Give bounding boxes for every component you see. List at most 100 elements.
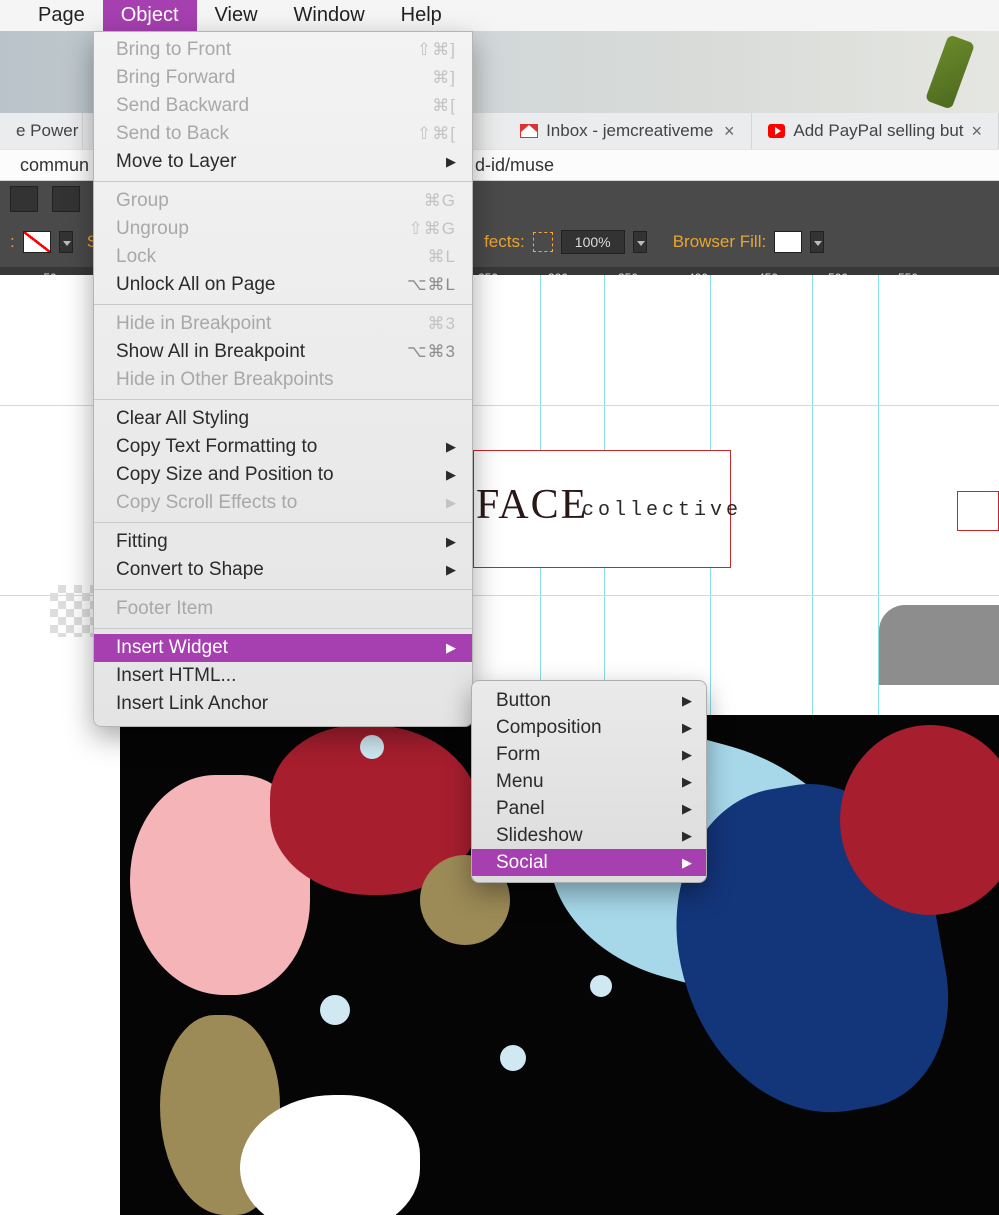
youtube-icon [768, 124, 786, 138]
object-menu-dropdown: Bring to Front ⇧⌘] Bring Forward⌘] Send B… [93, 31, 473, 727]
menu-label: Social [496, 852, 548, 874]
grey-panel [879, 605, 999, 685]
submenu-item-composition[interactable]: Composition ▶ [472, 714, 706, 741]
dropdown-icon[interactable] [633, 231, 647, 253]
menu-page[interactable]: Page [20, 0, 103, 31]
menu-item-bring-forward[interactable]: Bring Forward⌘] [94, 64, 472, 92]
menu-item-send-backward[interactable]: Send Backward⌘[ [94, 92, 472, 120]
chevron-right-icon: ▶ [446, 562, 456, 578]
menu-label: Unlock All on Page [116, 274, 276, 296]
browser-tab-0[interactable]: e Power Pat [0, 113, 83, 149]
fill-swatch[interactable] [23, 231, 51, 253]
menu-label: Insert Link Anchor [116, 693, 268, 715]
menu-item-group[interactable]: Group ⌘G [94, 187, 472, 215]
logo-frame-right[interactable] [957, 491, 999, 531]
menu-label: Panel [496, 798, 545, 820]
logo-face-text: FACE [476, 481, 588, 529]
tab-label: Add PayPal selling but [793, 121, 963, 141]
close-icon[interactable]: × [972, 121, 983, 142]
chevron-right-icon: ▶ [446, 467, 456, 483]
dropdown-icon[interactable] [810, 231, 824, 253]
menu-item-move-to-layer[interactable]: Move to Layer ▶ [94, 148, 472, 176]
menu-item-bring-to-front[interactable]: Bring to Front ⇧⌘] [94, 36, 472, 64]
menu-help[interactable]: Help [383, 0, 460, 31]
menu-label: Menu [496, 771, 544, 793]
menu-label: Copy Text Formatting to [116, 436, 317, 458]
tab-label: Inbox - jemcreativeme [546, 121, 713, 141]
chevron-right-icon: ▶ [682, 720, 692, 736]
menu-item-convert-to-shape[interactable]: Convert to Shape ▶ [94, 556, 472, 584]
shortcut: ⌥⌘3 [407, 342, 456, 362]
menu-label: Hide in Other Breakpoints [116, 369, 334, 391]
tool-button[interactable] [52, 186, 80, 212]
menu-item-hide-breakpoint[interactable]: Hide in Breakpoint⌘3 [94, 310, 472, 338]
chevron-right-icon: ▶ [446, 154, 456, 170]
menu-item-copy-size-position[interactable]: Copy Size and Position to ▶ [94, 461, 472, 489]
menu-label: Footer Item [116, 598, 213, 620]
menu-item-insert-html[interactable]: Insert HTML... [94, 662, 472, 690]
menu-item-footer-item[interactable]: Footer Item [94, 595, 472, 623]
menu-item-show-all-breakpoint[interactable]: Show All in Breakpoint ⌥⌘3 [94, 338, 472, 366]
shortcut: ⌥⌘L [407, 275, 456, 295]
menu-label: Insert HTML... [116, 665, 236, 687]
submenu-item-button[interactable]: Button ▶ [472, 687, 706, 714]
chevron-right-icon: ▶ [682, 828, 692, 844]
menu-label: Convert to Shape [116, 559, 264, 581]
chevron-right-icon: ▶ [682, 693, 692, 709]
menu-item-fitting[interactable]: Fitting▶ [94, 528, 472, 556]
menu-item-insert-link-anchor[interactable]: Insert Link Anchor [94, 690, 472, 718]
menu-label: Show All in Breakpoint [116, 341, 305, 363]
insert-widget-submenu: Button▶ Composition▶ Form▶ Menu▶ Panel▶ … [471, 680, 707, 883]
menu-item-insert-widget[interactable]: Insert Widget▶ [94, 634, 472, 662]
dropdown-icon[interactable] [59, 231, 73, 253]
chevron-right-icon: ▶ [682, 801, 692, 817]
browser-tab-gmail[interactable]: Inbox - jemcreativeme × [504, 113, 751, 149]
menu-label: Lock [116, 246, 156, 268]
shortcut: ⇧⌘] [417, 40, 456, 60]
menu-item-hide-other-breakpoints[interactable]: Hide in Other Breakpoints [94, 366, 472, 394]
menu-item-unlock-all[interactable]: Unlock All on Page ⌥⌘L [94, 271, 472, 299]
shortcut: ⌘3 [428, 314, 456, 334]
submenu-item-form[interactable]: Form▶ [472, 741, 706, 768]
menu-item-copy-scroll-effects[interactable]: Copy Scroll Effects to ▶ [94, 489, 472, 517]
submenu-item-social[interactable]: Social ▶ [472, 849, 706, 876]
menu-label: Bring to Front [116, 39, 231, 61]
menu-item-lock[interactable]: Lock ⌘L [94, 243, 472, 271]
tool-button[interactable] [10, 186, 38, 212]
menu-label: Ungroup [116, 218, 189, 240]
browser-tab-youtube[interactable]: Add PayPal selling but × [752, 113, 999, 149]
menu-item-clear-styling[interactable]: Clear All Styling [94, 405, 472, 433]
menu-window[interactable]: Window [276, 0, 383, 31]
menu-label: Button [496, 690, 551, 712]
submenu-item-slideshow[interactable]: Slideshow▶ [472, 822, 706, 849]
chevron-right-icon: ▶ [446, 439, 456, 455]
menu-label: Move to Layer [116, 151, 236, 173]
close-icon[interactable]: × [724, 121, 735, 142]
browser-fill-swatch[interactable] [774, 231, 802, 253]
chevron-right-icon: ▶ [446, 640, 456, 656]
menu-view[interactable]: View [197, 0, 276, 31]
effects-icon[interactable] [533, 232, 553, 252]
submenu-item-menu[interactable]: Menu▶ [472, 768, 706, 795]
menu-label: Composition [496, 717, 602, 739]
menu-label: Send Backward [116, 95, 249, 117]
logo-collective-text: collective [582, 499, 742, 522]
menu-object[interactable]: Object [103, 0, 197, 31]
menu-label: Copy Scroll Effects to [116, 492, 297, 514]
url-fragment: commun [20, 155, 89, 176]
menu-label: Group [116, 190, 169, 212]
effects-label: fects: [484, 232, 525, 252]
menu-item-copy-text-formatting[interactable]: Copy Text Formatting to ▶ [94, 433, 472, 461]
tab-label: e Power Pat [16, 121, 83, 141]
shortcut: ⌘L [428, 247, 456, 267]
chevron-right-icon: ▶ [682, 855, 692, 871]
opacity-input[interactable]: 100% [561, 230, 625, 254]
chevron-right-icon: ▶ [446, 495, 456, 511]
menu-item-send-to-back[interactable]: Send to Back⇧⌘[ [94, 120, 472, 148]
menu-label: Copy Size and Position to [116, 464, 334, 486]
menu-item-ungroup[interactable]: Ungroup⇧⌘G [94, 215, 472, 243]
chevron-right-icon: ▶ [682, 747, 692, 763]
shortcut: ⌘G [424, 191, 456, 211]
browser-fill-label: Browser Fill: [673, 232, 767, 252]
submenu-item-panel[interactable]: Panel ▶ [472, 795, 706, 822]
